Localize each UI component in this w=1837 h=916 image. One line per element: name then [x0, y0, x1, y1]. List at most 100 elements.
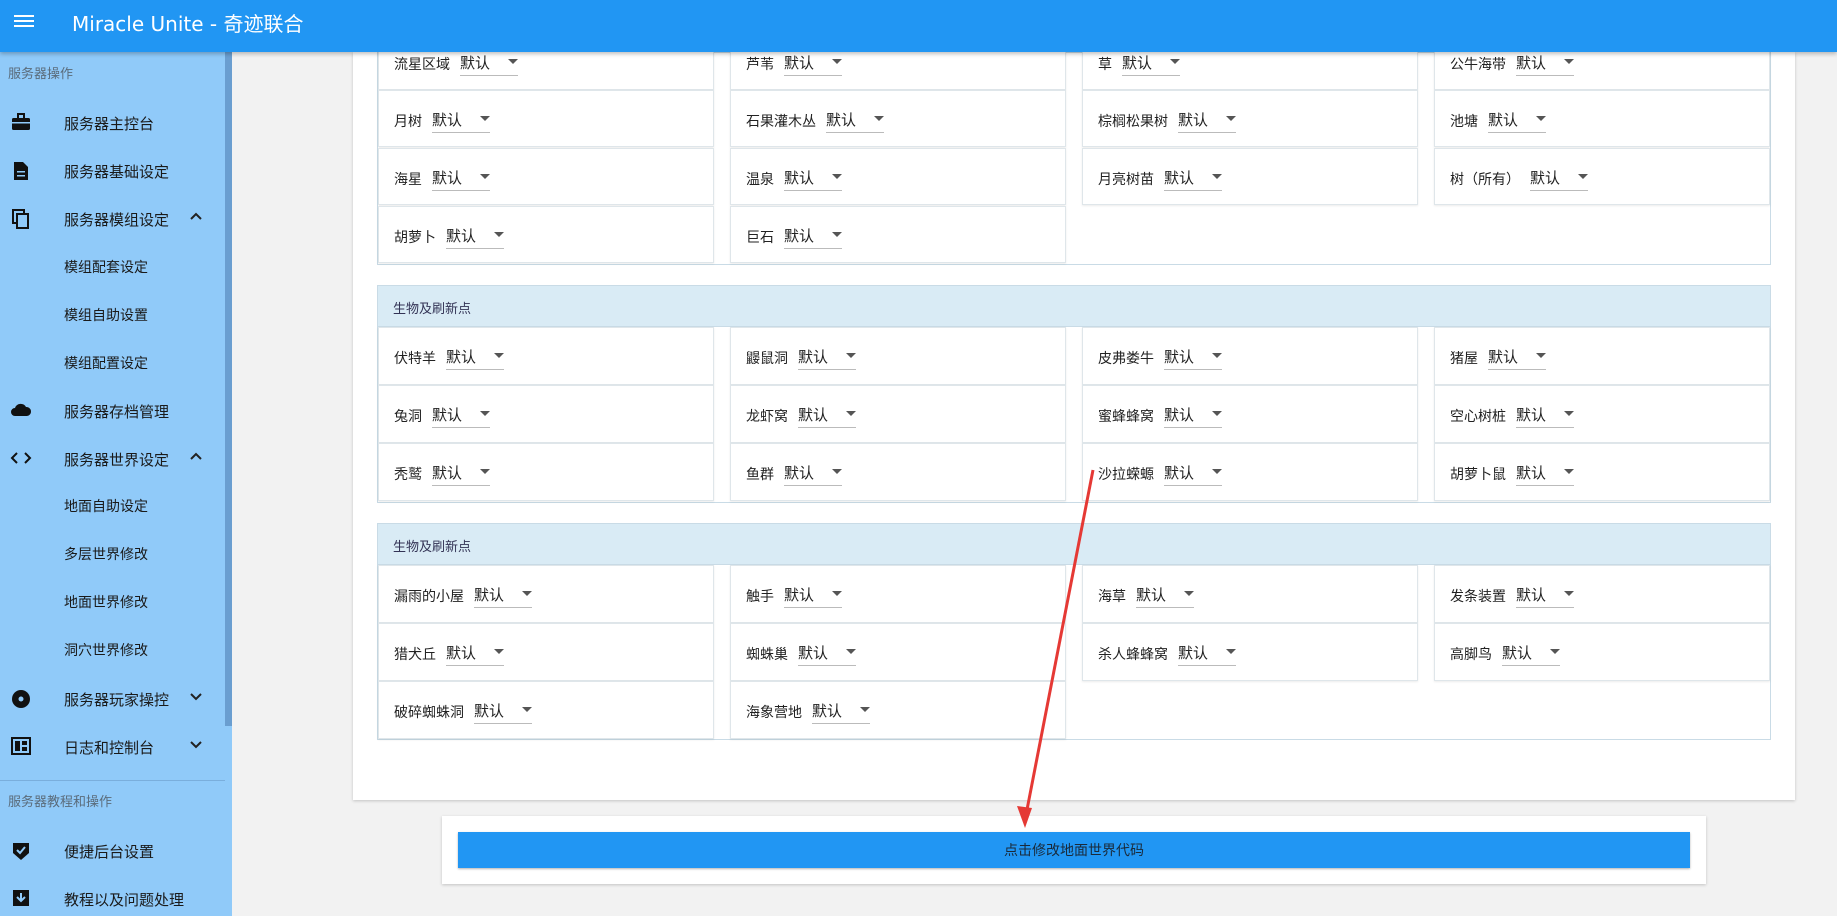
- select-value: 默认: [446, 227, 477, 245]
- sidebar-item-mod-config[interactable]: 模组配置设定: [0, 343, 225, 383]
- setting-select[interactable]: 默认: [1164, 161, 1222, 191]
- copy-icon: [10, 209, 32, 229]
- sidebar-item-mod-self[interactable]: 模组自助设置: [0, 295, 225, 335]
- select-value: 默认: [446, 644, 477, 662]
- setting-select[interactable]: 默认: [474, 694, 532, 724]
- setting-select[interactable]: 默认: [446, 340, 504, 370]
- dropdown-arrow-icon: [1226, 116, 1236, 121]
- setting-select[interactable]: 默认: [474, 578, 532, 608]
- setting-select[interactable]: 默认: [1178, 636, 1236, 666]
- creatures-section-2: 生物及刷新点 漏雨的小屋 默认 触手 默认 海草 默认 发条装置 默认 猎犬丘 默认 蜘蛛巢 默认 杀人…: [377, 523, 1771, 740]
- sidebar-item-tutorials[interactable]: 教程以及问题处理: [0, 879, 225, 916]
- setting-select[interactable]: 默认: [432, 398, 490, 428]
- setting-select[interactable]: 默认: [1178, 103, 1236, 133]
- select-value: 默认: [1164, 169, 1195, 187]
- setting-select[interactable]: 默认: [446, 219, 504, 249]
- download-box-icon: [10, 889, 32, 909]
- setting-select[interactable]: 默认: [446, 636, 504, 666]
- sidebar-scrollbar[interactable]: [225, 52, 232, 726]
- dropdown-arrow-icon: [846, 411, 856, 416]
- setting-label: 龙虾窝: [746, 409, 788, 425]
- setting-cell: 沙拉蝾螈 默认: [1082, 443, 1418, 501]
- dropdown-arrow-icon: [832, 59, 842, 64]
- setting-select[interactable]: 默认: [784, 456, 842, 486]
- setting-select[interactable]: 默认: [798, 340, 856, 370]
- setting-label: 蜘蛛巢: [746, 647, 788, 663]
- sidebar-item-mod-bundle[interactable]: 模组配套设定: [0, 247, 225, 287]
- setting-select[interactable]: 默认: [432, 161, 490, 191]
- setting-select[interactable]: 默认: [1530, 161, 1588, 191]
- setting-select[interactable]: 默认: [432, 456, 490, 486]
- setting-label: 沙拉蝾螈: [1098, 467, 1154, 483]
- setting-select[interactable]: 默认: [432, 103, 490, 133]
- select-value: 默认: [1502, 644, 1533, 662]
- dropdown-arrow-icon: [1212, 353, 1222, 358]
- sidebar-item-label: 服务器世界设定: [64, 451, 170, 469]
- sidebar-item-archive[interactable]: 服务器存档管理: [0, 391, 225, 431]
- setting-select[interactable]: 默认: [1164, 398, 1222, 428]
- select-value: 默认: [460, 54, 491, 72]
- setting-label: 空心树桩: [1450, 409, 1506, 425]
- setting-select[interactable]: 默认: [1516, 398, 1574, 428]
- dropdown-arrow-icon: [1564, 411, 1574, 416]
- sidebar-item-mod-settings[interactable]: 服务器模组设定: [0, 199, 225, 239]
- sidebar-item-basic-settings[interactable]: 服务器基础设定: [0, 151, 225, 191]
- sidebar-item-label: 服务器基础设定: [64, 163, 170, 181]
- setting-label: 兔洞: [394, 409, 422, 425]
- setting-select[interactable]: 默认: [798, 398, 856, 428]
- modify-ground-world-code-button[interactable]: 点击修改地面世界代码: [458, 832, 1690, 868]
- dropdown-arrow-icon: [1536, 116, 1546, 121]
- sidebar-item-multi-world[interactable]: 多层世界修改: [0, 534, 225, 574]
- dropdown-arrow-icon: [494, 232, 504, 237]
- setting-label: 秃鹫: [394, 467, 422, 483]
- setting-select[interactable]: 默认: [1164, 340, 1222, 370]
- setting-label: 芦苇: [746, 57, 774, 73]
- sidebar-item-cave-world[interactable]: 洞穴世界修改: [0, 630, 225, 670]
- sidebar: 服务器操作 服务器主控台 服务器基础设定 服务器模组设定 模组配套设定 模组自助…: [0, 52, 232, 916]
- setting-label: 胡萝卜: [394, 230, 436, 246]
- setting-select[interactable]: 默认: [1488, 340, 1546, 370]
- dropdown-arrow-icon: [1550, 649, 1560, 654]
- select-value: 默认: [432, 111, 463, 129]
- setting-label: 月树: [394, 114, 422, 130]
- sidebar-item-logs[interactable]: 日志和控制台: [0, 727, 225, 767]
- setting-cell: 海草 默认: [1082, 565, 1418, 623]
- setting-select[interactable]: 默认: [1516, 456, 1574, 486]
- setting-select[interactable]: 默认: [1136, 578, 1194, 608]
- setting-select[interactable]: 默认: [1164, 456, 1222, 486]
- setting-select[interactable]: 默认: [1488, 103, 1546, 133]
- menu-icon[interactable]: [12, 12, 36, 30]
- sidebar-item-ground-self[interactable]: 地面自助设定: [0, 486, 225, 526]
- setting-select[interactable]: 默认: [784, 578, 842, 608]
- setting-cell: 胡萝卜 默认: [378, 206, 714, 263]
- app-bar: Miracle Unite - 奇迹联合: [0, 0, 1837, 52]
- setting-select[interactable]: 默认: [1516, 578, 1574, 608]
- setting-select[interactable]: 默认: [812, 694, 870, 724]
- sidebar-item-players[interactable]: 服务器玩家操控: [0, 679, 225, 719]
- setting-cell: 伏特羊 默认: [378, 327, 714, 385]
- sidebar-item-label: 服务器主控台: [64, 115, 155, 133]
- setting-select[interactable]: 默认: [784, 219, 842, 249]
- setting-label: 海星: [394, 172, 422, 188]
- disc-icon: [10, 689, 32, 709]
- sidebar-item-console[interactable]: 服务器主控台: [0, 103, 225, 143]
- setting-cell: 巨石 默认: [730, 206, 1066, 263]
- setting-cell: 杀人蜂蜂窝 默认: [1082, 623, 1418, 681]
- dropdown-arrow-icon: [832, 591, 842, 596]
- sidebar-item-world-settings[interactable]: 服务器世界设定: [0, 439, 225, 479]
- setting-select[interactable]: 默认: [1502, 636, 1560, 666]
- sidebar-item-quick-backend[interactable]: 便捷后台设置: [0, 831, 225, 871]
- setting-label: 漏雨的小屋: [394, 589, 464, 605]
- setting-cell: 蜜蜂蜂窝 默认: [1082, 385, 1418, 443]
- setting-label: 猪屋: [1450, 351, 1478, 367]
- setting-label: 温泉: [746, 172, 774, 188]
- sidebar-item-label: 模组配套设定: [64, 260, 148, 276]
- sidebar-item-ground-world[interactable]: 地面世界修改: [0, 582, 225, 622]
- dropdown-arrow-icon: [832, 174, 842, 179]
- setting-select[interactable]: 默认: [784, 161, 842, 191]
- dashboard-icon: [10, 737, 32, 757]
- setting-select[interactable]: 默认: [798, 636, 856, 666]
- setting-select[interactable]: 默认: [826, 103, 884, 133]
- select-value: 默认: [1164, 348, 1195, 366]
- setting-cell: 猎犬丘 默认: [378, 623, 714, 681]
